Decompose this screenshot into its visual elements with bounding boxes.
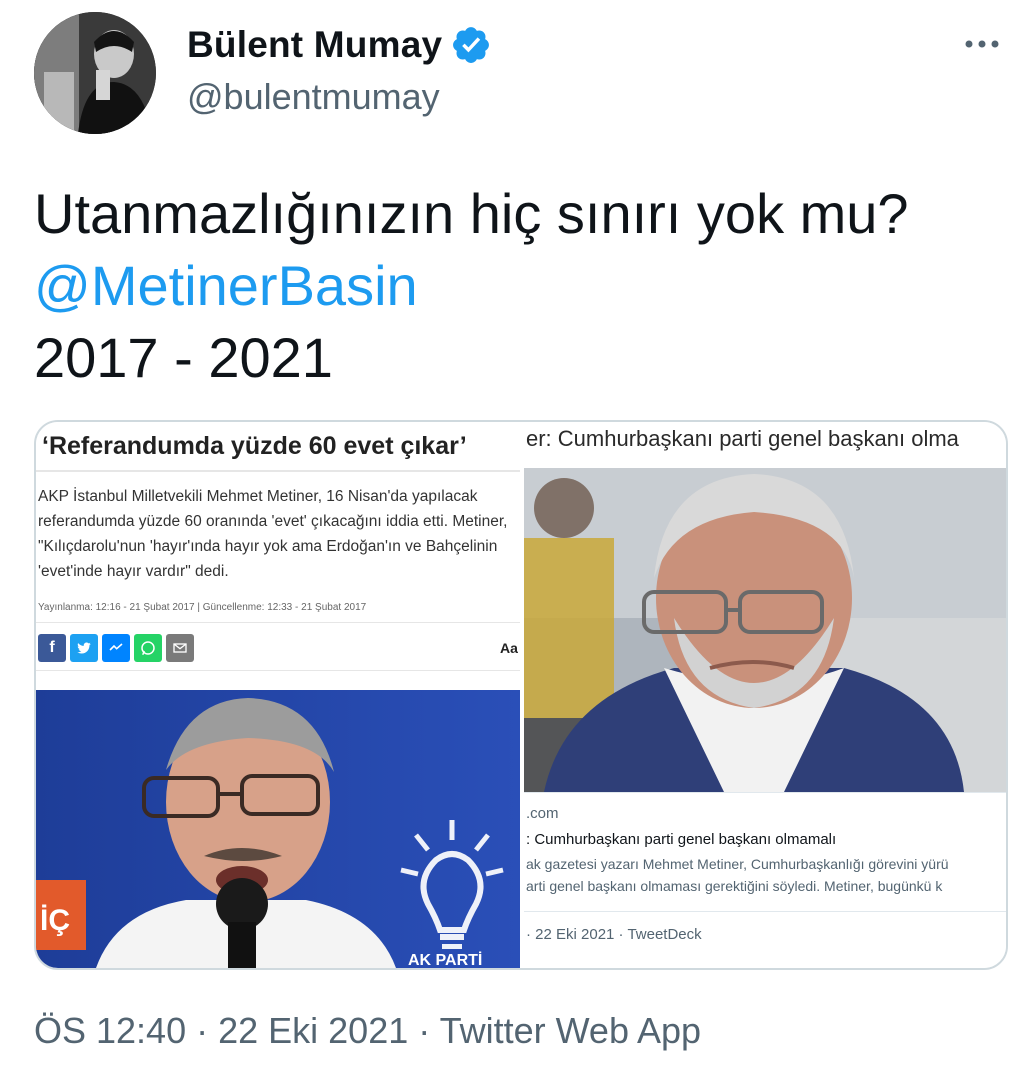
- news-headline: ‘Referandumda yüzde 60 evet çıkar’: [42, 432, 467, 460]
- font-size-button: Aa: [500, 640, 518, 656]
- whatsapp-icon: [134, 634, 162, 662]
- tweet-line-1: Utanmazlığınızın hiç sınırı yok mu?: [34, 182, 909, 245]
- divider: [36, 470, 520, 472]
- link-card: .com : Cumhurbaşkanı parti genel başkanı…: [524, 792, 1006, 912]
- divider: [36, 670, 520, 671]
- share-buttons: f: [38, 634, 194, 662]
- tweet-line-3: 2017 - 2021: [34, 326, 333, 389]
- divider: [36, 622, 520, 623]
- profile-photo-icon: [34, 12, 156, 134]
- handle[interactable]: @bulentmumay: [187, 76, 440, 118]
- news-dates: Yayınlanma: 12:16 - 21 Şubat 2017 | Günc…: [38, 602, 367, 613]
- tweet-header: Bülent Mumay @bulentmumay: [0, 0, 1026, 150]
- avatar[interactable]: [34, 12, 156, 134]
- tweet-timestamp[interactable]: ÖS 12:40 · 22 Eki 2021 · Twitter Web App: [34, 1010, 701, 1052]
- link-domain: .com: [526, 805, 559, 822]
- mention-link[interactable]: @MetinerBasin: [34, 250, 994, 322]
- verified-badge-icon: [453, 27, 490, 63]
- media-image-right[interactable]: er: Cumhurbaşkanı parti genel başkanı ol…: [524, 422, 1006, 968]
- more-options-icon[interactable]: [962, 22, 1002, 62]
- news-photo-left: İÇ AK PARTİ: [36, 690, 520, 968]
- photo-sign-text: AK PARTİ: [408, 951, 482, 968]
- media-image-left[interactable]: ‘Referandumda yüzde 60 evet çıkar’ AKP İ…: [36, 422, 520, 968]
- media-grid: ‘Referandumda yüzde 60 evet çıkar’ AKP İ…: [34, 420, 1008, 970]
- email-icon: [166, 634, 194, 662]
- tweet-text: Utanmazlığınızın hiç sınırı yok mu? @Met…: [34, 178, 994, 394]
- facebook-icon: f: [38, 634, 66, 662]
- news-body: AKP İstanbul Milletvekili Mehmet Metiner…: [38, 488, 508, 580]
- news-headline-right: er: Cumhurbaşkanı parti genel başkanı ol…: [526, 426, 959, 451]
- link-description-line-2: arti genel başkanı olmaması gerektiğini …: [526, 878, 943, 894]
- twitter-icon: [70, 634, 98, 662]
- photo-side-text: İÇ: [40, 904, 70, 937]
- link-description-line-1: ak gazetesi yazarı Mehmet Metiner, Cumhu…: [526, 856, 949, 872]
- display-name[interactable]: Bülent Mumay: [187, 24, 442, 66]
- messenger-icon: [102, 634, 130, 662]
- news-photo-right: [524, 468, 1006, 792]
- embedded-tweet-footer: · 22 Eki 2021 · TweetDeck: [526, 926, 702, 943]
- link-description: ak gazetesi yazarı Mehmet Metiner, Cumhu…: [526, 853, 949, 897]
- link-title: : Cumhurbaşkanı parti genel başkanı olma…: [526, 831, 837, 848]
